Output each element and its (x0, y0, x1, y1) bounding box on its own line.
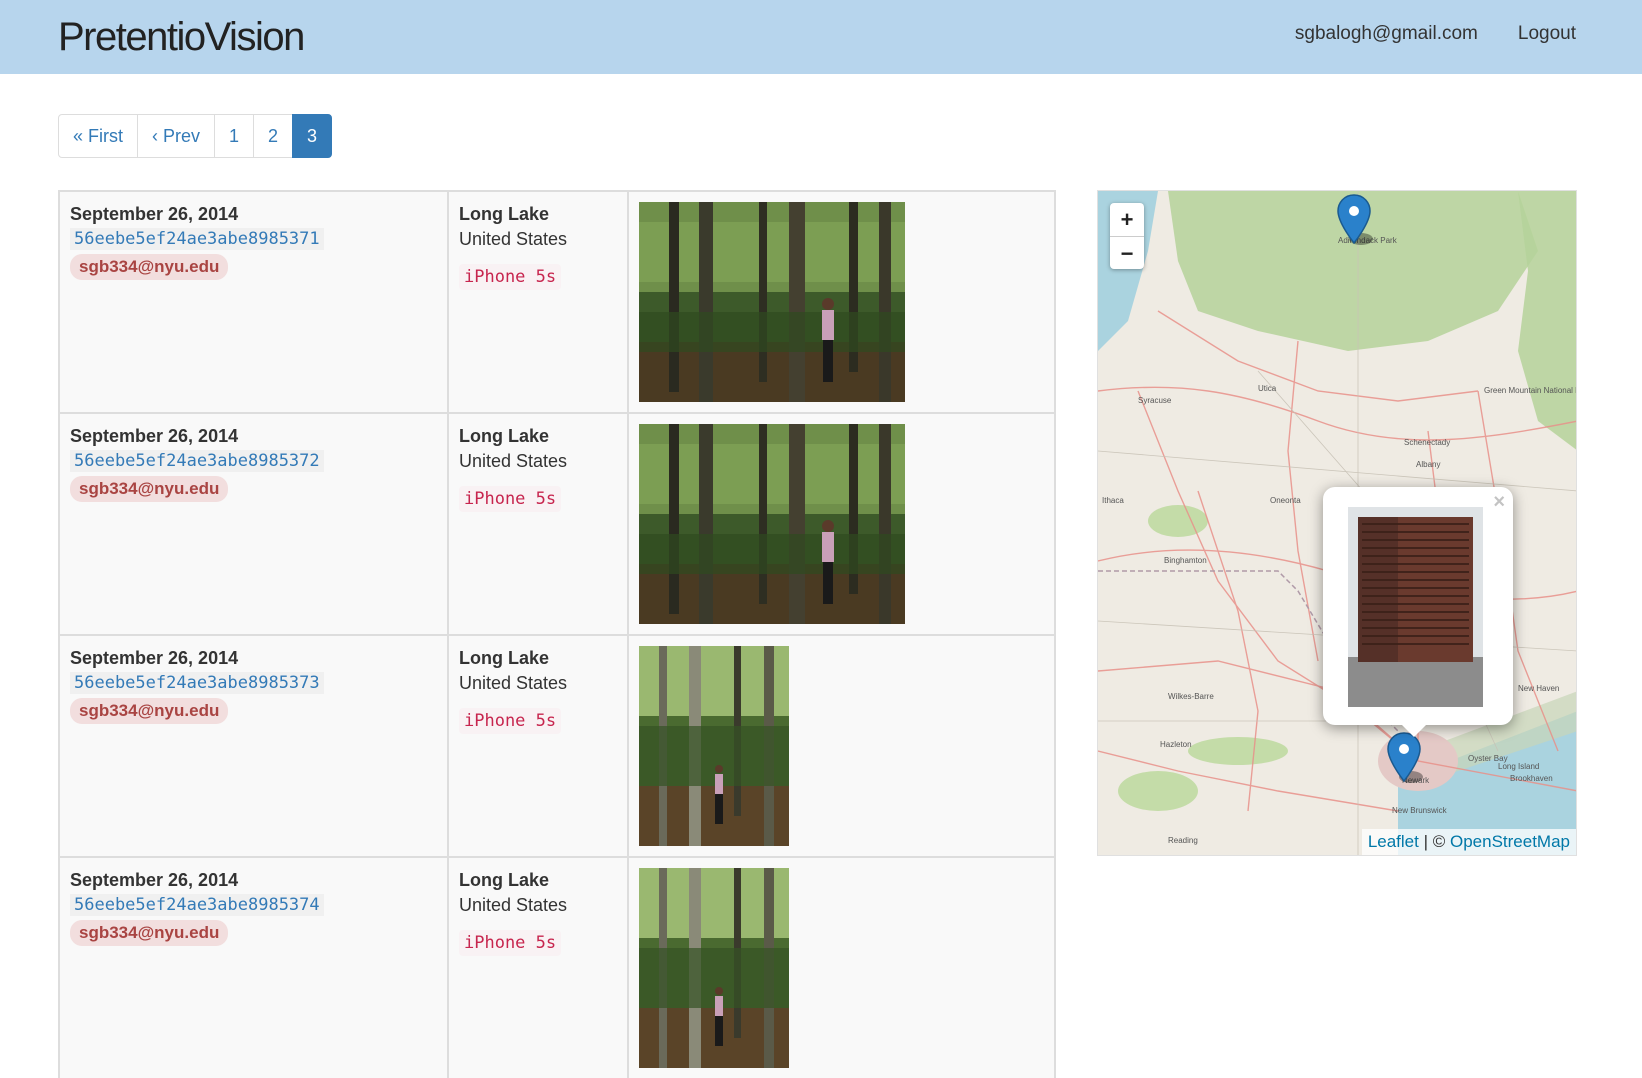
photo-device: iPhone 5s (459, 264, 562, 290)
map-label: Ithaca (1102, 496, 1124, 505)
map-label: Oneonta (1270, 496, 1301, 505)
table-row: September 26, 2014 56eebe5ef24ae3abe8985… (58, 412, 1056, 636)
leaflet-link[interactable]: Leaflet (1368, 832, 1419, 851)
photo-city: Long Lake (459, 426, 550, 446)
photo-date: September 26, 2014 (70, 870, 239, 890)
openstreetmap-link[interactable]: OpenStreetMap (1450, 832, 1570, 851)
building-photo-thumbnail[interactable] (1348, 507, 1483, 707)
map-label: New Haven (1518, 684, 1559, 693)
map-attribution: Leaflet | © OpenStreetMap (1361, 829, 1576, 855)
photo-id-link[interactable]: 56eebe5ef24ae3abe8985371 (70, 228, 324, 250)
photo-image-cell (627, 412, 1056, 636)
navbar: PretentioVision sgbalogh@gmail.com Logou… (0, 0, 1642, 74)
logout-link[interactable]: Logout (1518, 22, 1576, 46)
photo-device: iPhone 5s (459, 930, 562, 956)
photo-city: Long Lake (459, 870, 550, 890)
zoom-in-button[interactable]: + (1110, 203, 1144, 236)
map-view[interactable]: Adirondack Park Syracuse Utica Schenecta… (1097, 190, 1577, 856)
map-label: Utica (1258, 384, 1277, 393)
table-row: September 26, 2014 56eebe5ef24ae3abe8985… (58, 856, 1056, 1078)
brand-logo[interactable]: PretentioVision (58, 14, 305, 60)
photo-city: Long Lake (459, 648, 550, 668)
map-marker-icon[interactable] (1385, 731, 1423, 787)
map-label: New Brunswick (1392, 806, 1448, 815)
photo-table: September 26, 2014 56eebe5ef24ae3abe8985… (58, 190, 1056, 1078)
photo-country: United States (459, 229, 568, 249)
map-label: Schenectady (1404, 438, 1450, 447)
forest-photo-thumbnail[interactable] (639, 868, 789, 1068)
forest-photo-thumbnail[interactable] (639, 424, 905, 624)
map-label: Hazleton (1160, 740, 1192, 749)
zoom-control: + − (1110, 203, 1144, 269)
photo-id-link[interactable]: 56eebe5ef24ae3abe8985374 (70, 894, 324, 916)
photo-location-cell: Long Lake United States iPhone 5s (447, 856, 629, 1078)
popup-tip (1402, 725, 1426, 737)
forest-photo-thumbnail[interactable] (639, 646, 789, 846)
photo-location-cell: Long Lake United States iPhone 5s (447, 412, 629, 636)
uploader-email-badge: sgb334@nyu.edu (70, 476, 229, 502)
page-prev-button[interactable]: ‹ Prev (137, 114, 216, 158)
uploader-email-badge: sgb334@nyu.edu (70, 920, 229, 946)
map-popup: × (1323, 487, 1513, 725)
attribution-separator: | © (1418, 832, 1450, 851)
photo-device: iPhone 5s (459, 486, 562, 512)
uploader-email-badge: sgb334@nyu.edu (70, 254, 229, 280)
photo-meta-cell: September 26, 2014 56eebe5ef24ae3abe8985… (58, 190, 449, 414)
zoom-out-button[interactable]: − (1110, 236, 1144, 269)
photo-meta-cell: September 26, 2014 56eebe5ef24ae3abe8985… (58, 634, 449, 858)
map-label: Long Island (1498, 762, 1539, 771)
photo-location-cell: Long Lake United States iPhone 5s (447, 634, 629, 858)
photo-date: September 26, 2014 (70, 204, 239, 224)
photo-city: Long Lake (459, 204, 550, 224)
photo-date: September 26, 2014 (70, 426, 239, 446)
map-label: Reading (1168, 836, 1198, 845)
map-label: Brookhaven (1510, 774, 1553, 783)
table-row: September 26, 2014 56eebe5ef24ae3abe8985… (58, 190, 1056, 414)
map-label: Albany (1416, 460, 1440, 469)
map-marker-icon[interactable] (1335, 193, 1373, 249)
page-3-button-current[interactable]: 3 (292, 114, 333, 158)
photo-image-cell (627, 634, 1056, 858)
photo-image-cell (627, 190, 1056, 414)
photo-country: United States (459, 673, 568, 693)
close-icon[interactable]: × (1493, 491, 1505, 514)
page-first-button[interactable]: « First (58, 114, 139, 158)
map-label: Binghamton (1164, 556, 1207, 565)
uploader-email-badge: sgb334@nyu.edu (70, 698, 229, 724)
page-1-button[interactable]: 1 (214, 114, 255, 158)
forest-photo-thumbnail[interactable] (639, 202, 905, 402)
photo-id-link[interactable]: 56eebe5ef24ae3abe8985373 (70, 672, 324, 694)
user-email-link[interactable]: sgbalogh@gmail.com (1295, 22, 1478, 46)
page-2-button[interactable]: 2 (253, 114, 294, 158)
table-row: September 26, 2014 56eebe5ef24ae3abe8985… (58, 634, 1056, 858)
photo-image-cell (627, 856, 1056, 1078)
photo-date: September 26, 2014 (70, 648, 239, 668)
photo-device: iPhone 5s (459, 708, 562, 734)
photo-country: United States (459, 451, 568, 471)
navbar-right: sgbalogh@gmail.com Logout (1295, 22, 1576, 46)
photo-id-link[interactable]: 56eebe5ef24ae3abe8985372 (70, 450, 324, 472)
pagination: « First ‹ Prev 1 2 3 (58, 114, 333, 158)
map-label: Syracuse (1138, 396, 1172, 405)
photo-country: United States (459, 895, 568, 915)
map-label: Wilkes-Barre (1168, 692, 1214, 701)
map-label: Oyster Bay (1468, 754, 1508, 763)
photo-location-cell: Long Lake United States iPhone 5s (447, 190, 629, 414)
photo-meta-cell: September 26, 2014 56eebe5ef24ae3abe8985… (58, 412, 449, 636)
map-label: Green Mountain National Forest (1484, 386, 1577, 395)
photo-meta-cell: September 26, 2014 56eebe5ef24ae3abe8985… (58, 856, 449, 1078)
